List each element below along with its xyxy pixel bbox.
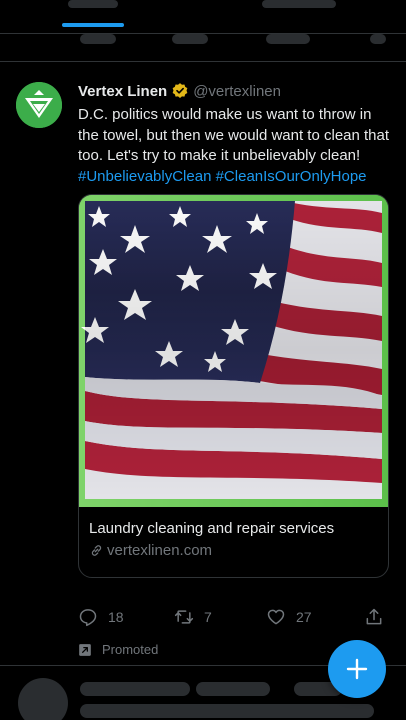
card-domain: vertexlinen.com [107, 542, 213, 559]
plus-icon [346, 658, 368, 680]
promoted-tweet[interactable]: Vertex Linen @vertexlinen D.C. politics … [0, 62, 406, 666]
card-domain-row: vertexlinen.com [89, 542, 380, 559]
card-title: Laundry cleaning and repair services [89, 520, 335, 537]
tweet-text: D.C. politics would make us want to thro… [78, 105, 392, 187]
share-button[interactable] [364, 607, 394, 627]
skeleton-pill [196, 682, 270, 696]
card-text[interactable]: Laundry cleaning and repair services ver… [79, 507, 388, 577]
avatar[interactable] [16, 82, 62, 128]
handle[interactable]: @vertexlinen [193, 83, 281, 100]
retweet-count: 7 [204, 609, 212, 625]
top-tab-bar [0, 0, 406, 34]
card-image[interactable] [79, 195, 388, 507]
compose-button[interactable] [328, 640, 386, 698]
tweet-actions: 18 7 27 [78, 607, 392, 629]
display-name[interactable]: Vertex Linen [78, 83, 167, 100]
tab-label-placeholder [68, 0, 118, 8]
skeleton-pill [80, 682, 190, 696]
reply-count: 18 [108, 609, 124, 625]
hashtag-link[interactable]: #UnbelievablyClean [78, 168, 211, 185]
american-flag-image [79, 195, 388, 507]
skeleton-avatar [18, 678, 68, 720]
skeleton-pill [80, 34, 116, 44]
tab-placeholder[interactable] [262, 0, 336, 8]
like-button[interactable]: 27 [266, 607, 312, 627]
loading-skeleton-row [0, 34, 406, 62]
verified-badge-icon [172, 83, 188, 98]
promoted-label: Promoted [102, 642, 159, 657]
like-count: 27 [296, 609, 312, 625]
tweet-body: D.C. politics would make us want to thro… [78, 106, 390, 164]
reply-icon [79, 609, 97, 627]
share-icon [366, 608, 382, 625]
vertex-linen-logo [16, 82, 62, 128]
skeleton-pill [266, 34, 310, 44]
reply-button[interactable]: 18 [78, 607, 124, 627]
skeleton-pill [80, 704, 374, 718]
promoted-icon [79, 643, 91, 656]
link-icon [91, 545, 102, 556]
retweet-icon [174, 610, 194, 624]
hashtag-link[interactable]: #CleanIsOurOnlyHope [216, 168, 367, 185]
promoted-row: Promoted [78, 642, 158, 657]
skeleton-pill [370, 34, 386, 44]
skeleton-pill [172, 34, 208, 44]
link-card[interactable]: Laundry cleaning and repair services ver… [78, 194, 389, 578]
tab-active[interactable] [62, 0, 124, 27]
retweet-button[interactable]: 7 [174, 607, 212, 627]
tab-active-indicator [62, 23, 124, 27]
tweet-header: Vertex Linen @vertexlinen [78, 80, 392, 102]
heart-icon [267, 609, 285, 625]
